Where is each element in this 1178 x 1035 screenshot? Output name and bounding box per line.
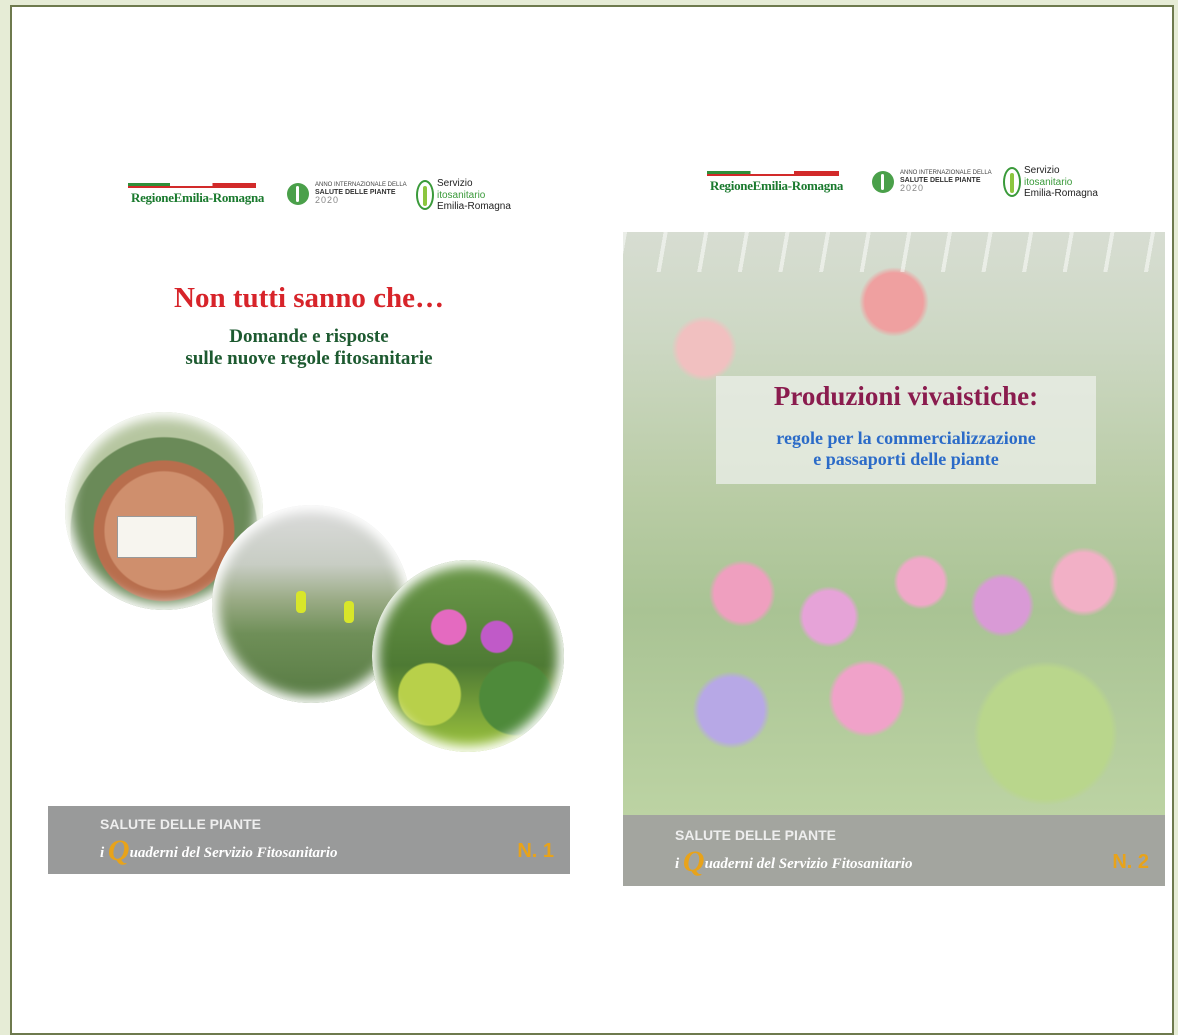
- footer-series-title: i Quaderni del Servizio Fitosanitario: [675, 845, 913, 878]
- cover-1-subtitle: Domande e risposte sulle nuove regole fi…: [185, 326, 433, 369]
- photo-flowers: [372, 560, 564, 752]
- issue-number: N. 2: [1112, 851, 1149, 873]
- cover-2-subtitle: regole per la commercializzazione e pass…: [776, 428, 1036, 469]
- plant-passport-label: [117, 516, 197, 558]
- regione-logo: RegioneEmilia-Romagna: [707, 171, 843, 194]
- photo-nursery-greenhouse: [623, 232, 1165, 815]
- anno-salute-logo: ANNO INTERNAZIONALE DELLA SALUTE DELLE P…: [287, 182, 407, 206]
- servizio-fitosanitario-logo: Servizio itosanitario Emilia-Romagna: [416, 178, 511, 213]
- plant-icon: [416, 180, 434, 211]
- footer-series-title: i Quaderni del Servizio Fitosanitario: [100, 834, 338, 867]
- plant-icon: [1003, 167, 1021, 198]
- leaf-icon: [287, 183, 309, 206]
- leaf-icon: [872, 171, 894, 194]
- cover-1-title: Non tutti sanno che…: [174, 282, 444, 314]
- footer-category: SALUTE DELLE PIANTE: [100, 816, 262, 832]
- cover-2-footer-band: SALUTE DELLE PIANTE i Quaderni del Servi…: [623, 815, 1165, 886]
- cover-1-footer-band: SALUTE DELLE PIANTE i Quaderni del Servi…: [48, 806, 570, 874]
- anno-salute-logo: ANNO INTERNAZIONALE DELLA SALUTE DELLE P…: [872, 170, 992, 194]
- footer-category: SALUTE DELLE PIANTE: [675, 827, 837, 843]
- cover-2-title: Produzioni vivaistiche:: [773, 381, 1039, 411]
- regione-logo: RegioneEmilia-Romagna: [128, 183, 264, 206]
- issue-number: N. 1: [517, 840, 554, 862]
- servizio-fitosanitario-logo: Servizio itosanitario Emilia-Romagna: [1003, 165, 1098, 200]
